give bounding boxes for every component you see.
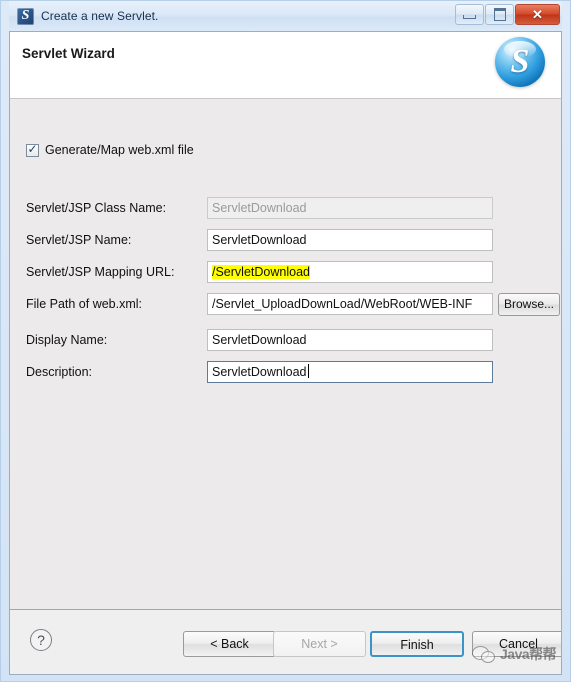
servlet-app-icon-glyph: S — [21, 7, 30, 23]
field-row-class-name: Servlet/JSP Class Name: ServletDownload — [26, 197, 561, 219]
close-icon: ✕ — [532, 7, 543, 22]
wizard-banner: Servlet Wizard S — [10, 32, 561, 99]
field-row-webxml-path: File Path of web.xml: /Servlet_UploadDow… — [26, 292, 561, 316]
generate-webxml-checkbox-row[interactable]: Generate/Map web.xml file — [26, 142, 194, 157]
cancel-button[interactable]: Cancel — [472, 631, 561, 657]
label-servlet-name: Servlet/JSP Name: — [26, 233, 132, 247]
wizard-dialog: Servlet Wizard S Generate/Map web.xml fi… — [9, 31, 562, 675]
form-area: Generate/Map web.xml file Servlet/JSP Cl… — [10, 99, 561, 609]
close-button[interactable]: ✕ — [515, 4, 560, 25]
field-row-display-name: Display Name: ServletDownload — [26, 329, 561, 351]
label-description: Description: — [26, 365, 92, 379]
minimize-icon — [463, 15, 476, 19]
window-title: Create a new Servlet. — [41, 9, 159, 23]
title-bar[interactable]: S Create a new Servlet. ✕ — [9, 1, 562, 31]
field-row-mapping-url: Servlet/JSP Mapping URL: /ServletDownloa… — [26, 261, 561, 283]
minimize-button[interactable] — [455, 4, 484, 25]
field-row-description: Description: ServletDownload — [26, 361, 561, 383]
servlet-app-icon: S — [17, 7, 34, 25]
mapping-url-highlight: /ServletDownload — [212, 265, 310, 279]
help-icon[interactable]: ? — [30, 629, 52, 651]
finish-button[interactable]: Finish — [370, 631, 464, 657]
back-button[interactable]: < Back — [183, 631, 276, 657]
label-webxml-path: File Path of web.xml: — [26, 297, 143, 311]
label-class-name: Servlet/JSP Class Name: — [26, 201, 167, 215]
servlet-logo-icon: S — [495, 37, 545, 87]
description-value: ServletDownload — [212, 365, 307, 379]
input-display-name[interactable]: ServletDownload — [207, 329, 493, 351]
input-description[interactable]: ServletDownload — [207, 361, 493, 383]
maximize-icon — [493, 8, 506, 21]
input-class-name: ServletDownload — [207, 197, 493, 219]
label-mapping-url: Servlet/JSP Mapping URL: — [26, 265, 175, 279]
browse-button[interactable]: Browse... — [498, 292, 560, 316]
input-servlet-name[interactable]: ServletDownload — [207, 229, 493, 251]
text-caret — [307, 364, 309, 378]
window-controls: ✕ — [455, 4, 560, 25]
dialog-window: S Create a new Servlet. ✕ Servlet Wizard… — [0, 0, 571, 682]
next-button: Next > — [273, 631, 366, 657]
maximize-button[interactable] — [485, 4, 514, 25]
generate-webxml-label: Generate/Map web.xml file — [45, 143, 194, 157]
generate-webxml-checkbox[interactable] — [26, 142, 39, 157]
label-display-name: Display Name: — [26, 333, 108, 347]
input-mapping-url[interactable]: /ServletDownload — [207, 261, 493, 283]
page-title: Servlet Wizard — [22, 46, 115, 61]
field-row-servlet-name: Servlet/JSP Name: ServletDownload — [26, 229, 561, 251]
button-bar: ? < Back Next > Finish Cancel Java帮帮 — [10, 609, 561, 674]
servlet-logo-letter: S — [510, 43, 530, 80]
input-webxml-path[interactable]: /Servlet_UploadDownLoad/WebRoot/WEB-INF — [207, 293, 493, 315]
